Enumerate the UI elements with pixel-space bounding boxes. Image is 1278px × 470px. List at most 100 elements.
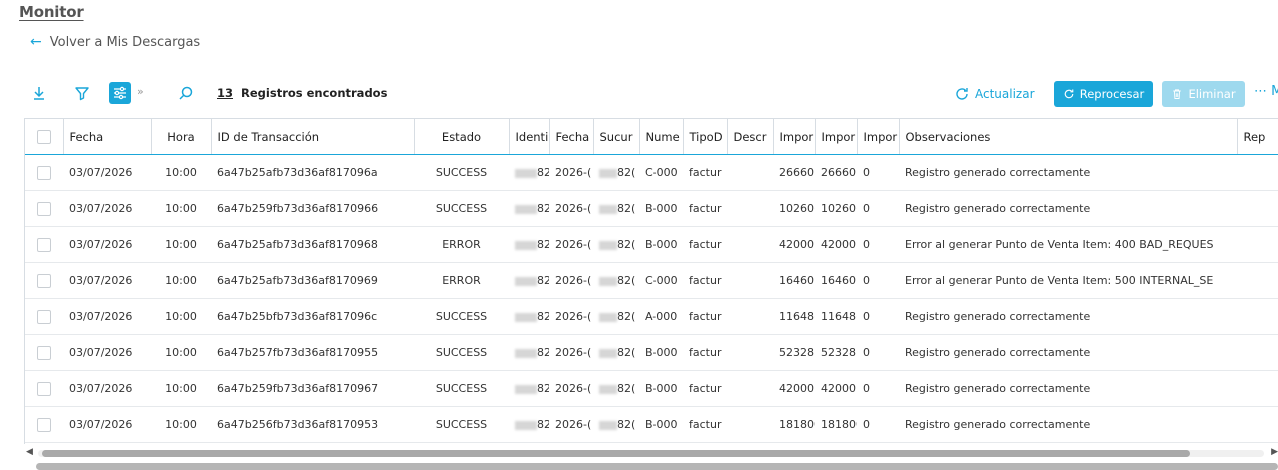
table-cell: 10:00 <box>151 334 211 371</box>
scroll-left-icon[interactable]: ◀ <box>26 447 33 457</box>
table-cell <box>1237 298 1278 335</box>
row-checkbox[interactable] <box>25 154 63 191</box>
cell-text: ERROR <box>442 238 481 251</box>
table-row[interactable]: 03/07/2026 10:00 6a47b259fb73d36af8170967 S… <box>25 370 1278 407</box>
column-header[interactable]: Descr <box>727 118 774 155</box>
row-checkbox[interactable] <box>25 298 63 335</box>
select-all-checkbox[interactable] <box>25 118 64 155</box>
cell-text: 42000 <box>779 238 814 251</box>
table-cell: 10:00 <box>151 226 211 263</box>
table-cell: 82( <box>509 334 549 371</box>
cell-text: 181800 <box>779 418 815 431</box>
cell-text: factur <box>689 166 722 179</box>
cell-text: 82( <box>617 382 636 395</box>
redacted-block <box>515 204 537 214</box>
table-cell: 42000 <box>815 226 857 263</box>
table-cell: 181800 <box>815 406 857 443</box>
cell-text: factur <box>689 274 722 287</box>
cell-text: 0 <box>863 166 870 179</box>
horizontal-scrollbar[interactable]: ◀ ▶ <box>24 447 1278 459</box>
column-header[interactable]: TipoD <box>683 118 728 155</box>
expand-chevron-icon[interactable]: » <box>137 85 144 98</box>
cell-text: B-000 <box>645 238 678 251</box>
cell-text: 10:00 <box>165 310 197 323</box>
table-cell <box>1237 262 1278 299</box>
reprocess-button[interactable]: Reprocesar <box>1054 81 1153 107</box>
cell-text: 6a47b25afb73d36af817096a <box>217 166 378 179</box>
cell-text: 03/07/2026 <box>69 346 133 359</box>
cell-text: 82( <box>617 310 636 323</box>
table-row[interactable]: 03/07/2026 10:00 6a47b259fb73d36af8170966 S… <box>25 190 1278 227</box>
page-scrollbar-thumb[interactable] <box>36 463 1278 470</box>
cell-text: factur <box>689 310 722 323</box>
table-row[interactable]: 03/07/2026 10:00 6a47b25afb73d36af8170969 E… <box>25 262 1278 299</box>
table-cell: 03/07/2026 <box>63 262 151 299</box>
column-header[interactable]: Sucur <box>593 118 640 155</box>
cell-text: 42000 <box>779 382 814 395</box>
cell-text: 0 <box>863 382 870 395</box>
page-title[interactable]: Monitor <box>19 3 84 21</box>
table-cell: 11648( <box>815 298 857 335</box>
records-count-number: 13 <box>217 86 234 100</box>
table-cell: SUCCESS <box>414 406 509 443</box>
trash-icon <box>1173 89 1182 99</box>
table-row[interactable]: 03/07/2026 10:00 6a47b25afb73d36af817096a S… <box>25 154 1278 191</box>
column-header[interactable]: Fecha <box>549 118 594 155</box>
column-header[interactable]: Impor <box>815 118 858 155</box>
back-link[interactable]: ← Volver a Mis Descargas <box>30 34 200 50</box>
column-header[interactable]: Hora <box>151 118 212 155</box>
table-cell: 82( <box>593 226 639 263</box>
table-cell <box>1237 190 1278 227</box>
cell-text: 42000 <box>821 238 856 251</box>
arrow-left-icon: ← <box>30 34 42 50</box>
cell-text: 181800 <box>821 418 857 431</box>
download-icon[interactable] <box>28 82 50 104</box>
more-actions-button[interactable]: ⋯ M <box>1254 84 1278 99</box>
row-checkbox[interactable] <box>25 406 63 443</box>
cell-text: 6a47b25bfb73d36af817096c <box>217 310 378 323</box>
cell-text: 16460 <box>821 274 856 287</box>
column-header[interactable]: Rep <box>1237 118 1278 155</box>
table-cell: 82( <box>509 370 549 407</box>
table-cell <box>1237 370 1278 407</box>
scroll-right-icon[interactable]: ▶ <box>1271 447 1278 457</box>
cell-text: SUCCESS <box>435 310 488 323</box>
cell-text: 16460 <box>779 274 814 287</box>
row-checkbox[interactable] <box>25 226 63 263</box>
table-cell: 82( <box>509 226 549 263</box>
row-checkbox[interactable] <box>25 334 63 371</box>
row-checkbox[interactable] <box>25 262 63 299</box>
settings-sliders-icon[interactable] <box>109 82 131 104</box>
table-cell: 82( <box>593 262 639 299</box>
row-checkbox[interactable] <box>25 190 63 227</box>
table-cell: 03/07/2026 <box>63 298 151 335</box>
table-cell: 0 <box>857 154 899 191</box>
redacted-block <box>515 276 537 286</box>
refresh-button[interactable]: Actualizar <box>954 82 1035 106</box>
table-row[interactable]: 03/07/2026 10:00 6a47b257fb73d36af8170955 S… <box>25 334 1278 371</box>
table-cell: 6a47b259fb73d36af8170967 <box>211 370 414 407</box>
column-header[interactable]: Estado <box>414 118 510 155</box>
filter-icon[interactable] <box>71 82 93 104</box>
column-header[interactable]: Nume <box>639 118 684 155</box>
column-header[interactable]: Fecha <box>63 118 152 155</box>
row-checkbox[interactable] <box>25 370 63 407</box>
table-cell: 6a47b25afb73d36af8170969 <box>211 262 414 299</box>
scrollbar-thumb[interactable] <box>42 450 1190 457</box>
column-header[interactable]: Impor <box>857 118 900 155</box>
table-cell: 42000 <box>815 370 857 407</box>
table-cell: Registro generado correctamente <box>899 370 1237 407</box>
table-cell: SUCCESS <box>414 190 509 227</box>
table-row[interactable]: 03/07/2026 10:00 6a47b256fb73d36af8170953 S… <box>25 406 1278 443</box>
search-icon[interactable] <box>175 82 197 104</box>
table-row[interactable]: 03/07/2026 10:00 6a47b25bfb73d36af817096c S… <box>25 298 1278 335</box>
table-row[interactable]: 03/07/2026 10:00 6a47b25afb73d36af8170968 E… <box>25 226 1278 263</box>
cell-text: 82( <box>537 382 549 395</box>
column-header[interactable]: Impor <box>773 118 816 155</box>
column-header[interactable]: Observaciones <box>899 118 1238 155</box>
cell-text: 10:00 <box>165 382 197 395</box>
column-header[interactable]: ID de Transacción <box>211 118 415 155</box>
cell-text: 2026-( <box>555 274 592 287</box>
table-cell: C-000 <box>639 154 683 191</box>
column-header[interactable]: Identi <box>509 118 550 155</box>
